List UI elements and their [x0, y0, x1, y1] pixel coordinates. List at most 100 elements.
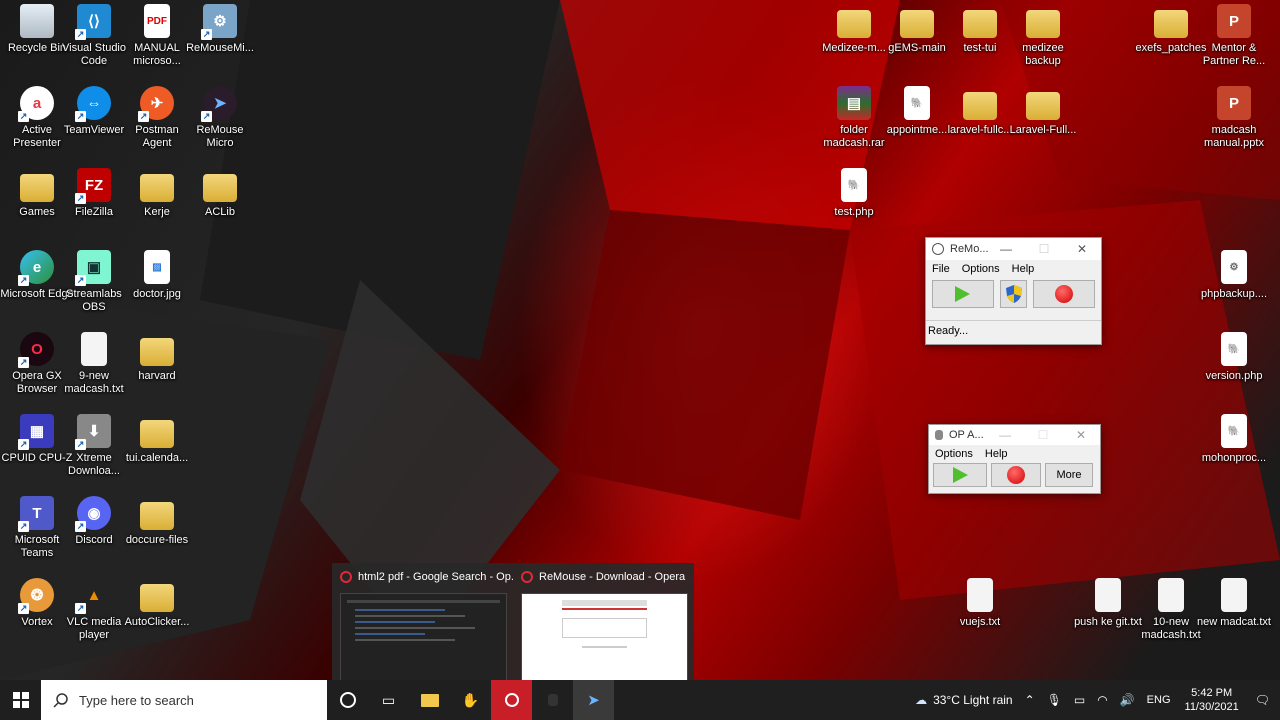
preview-thumbnail [521, 593, 688, 683]
text-file-icon [1095, 578, 1121, 612]
desktop-icon-label: phpbackup.... [1200, 288, 1268, 300]
desktop-icon-label: test.php [834, 206, 874, 218]
op-menu-options[interactable]: Options [935, 448, 973, 460]
menu-options[interactable]: Options [962, 263, 1000, 275]
settings-file-icon: ⚙ [1221, 250, 1247, 284]
desktop-icon[interactable]: AutoClicker... [120, 578, 194, 629]
maximize-button[interactable]: ☐ [1025, 238, 1063, 260]
admin-shield-button[interactable] [999, 280, 1028, 308]
desktop-icon[interactable]: tui.calenda... [120, 414, 194, 465]
postman-icon: ✈ [138, 86, 174, 122]
folder-icon [1154, 10, 1188, 38]
active-presenter-icon: a [18, 86, 54, 122]
battery-icon[interactable]: ▭ [1074, 693, 1085, 707]
folder-icon [203, 174, 237, 202]
wifi-icon[interactable]: ◠ [1097, 693, 1107, 707]
search-icon [53, 693, 68, 708]
teams-icon: T [18, 496, 54, 532]
preview-remouse-download[interactable]: ReMouse - Download - Opera [513, 563, 694, 686]
op-menu-help[interactable]: Help [985, 448, 1008, 460]
discord-icon: ◉ [75, 496, 111, 532]
desktop-icon-label: Mentor & Partner Re... [1202, 42, 1266, 67]
desktop-icon[interactable]: 🐘 test.php [817, 168, 891, 219]
clock[interactable]: 5:42 PM 11/30/2021 [1185, 686, 1239, 714]
record-button[interactable] [1033, 280, 1096, 308]
php-file-icon: 🐘 [1221, 414, 1247, 448]
opera-taskbar-button[interactable] [491, 680, 532, 720]
cortana-button[interactable] [327, 680, 368, 720]
start-button[interactable] [0, 680, 41, 720]
taskbar-search-box[interactable]: Type here to search [41, 680, 327, 720]
volume-icon[interactable]: 🔊 [1120, 693, 1135, 707]
desktop-icon[interactable]: ⚙ ReMouseMi... [183, 4, 257, 55]
close-button[interactable]: ✕ [1063, 238, 1101, 260]
desktop-icon-label: ACLib [205, 206, 235, 218]
desktop-icon[interactable]: vuejs.txt [943, 578, 1017, 629]
op-close-button[interactable]: ✕ [1062, 425, 1100, 445]
cursor-icon: ➤ [587, 692, 600, 709]
desktop-icon[interactable]: ▨ doctor.jpg [120, 250, 194, 301]
cpuz-icon: ▦ [18, 414, 54, 450]
desktop-icon-label: madcash manual.pptx [1204, 124, 1264, 149]
powerpoint-icon: P [1217, 4, 1251, 38]
desktop-icon-label: new madcat.txt [1197, 616, 1271, 628]
hand-icon: ✋ [461, 691, 480, 708]
edge-icon: e [18, 250, 54, 286]
desktop-icon[interactable]: ACLib [183, 168, 257, 219]
op-record-button[interactable] [991, 463, 1041, 487]
chevron-up-icon[interactable]: ⌃ [1025, 693, 1035, 707]
remouse-icon: ➤ [201, 86, 237, 122]
app-taskbar-button[interactable] [532, 680, 573, 720]
status-bar: Ready... [926, 320, 1101, 341]
minimize-button[interactable]: — [987, 238, 1025, 260]
winrar-icon: ▤ [837, 86, 871, 120]
folder-icon [20, 174, 54, 202]
folder-icon [140, 338, 174, 366]
desktop-icon[interactable]: 🐘 version.php [1197, 332, 1271, 383]
op-maximize-button[interactable]: ☐ [1024, 425, 1062, 445]
remouse-window[interactable]: ReMo... — ☐ ✕ File Options Help Ready... [925, 237, 1102, 345]
op-minimize-button[interactable]: — [986, 425, 1024, 445]
vscode-taskbar-button[interactable]: ✋ [450, 680, 491, 720]
weather-text[interactable]: 33°C Light rain [933, 693, 1013, 707]
installer-icon: ⚙ [201, 4, 237, 40]
desktop-icon-label: doctor.jpg [133, 288, 181, 300]
preview-google-search[interactable]: html2 pdf - Google Search - Op... [332, 563, 513, 686]
php-file-icon: 🐘 [841, 168, 867, 202]
op-play-button[interactable] [933, 463, 987, 487]
desktop-icon[interactable]: ➤ReMouse Micro [183, 86, 257, 150]
menu-file[interactable]: File [932, 263, 950, 275]
desktop-icon[interactable]: medizee backup [1006, 4, 1080, 68]
opera-icon [340, 571, 352, 583]
task-view-button[interactable]: ▭ [368, 680, 409, 720]
remouse-taskbar-button[interactable]: ➤ [573, 680, 614, 720]
notification-icon[interactable]: 🗨 [1255, 693, 1270, 707]
file-explorer-button[interactable] [409, 680, 450, 720]
php-file-icon: 🐘 [904, 86, 930, 120]
desktop-icon[interactable]: Laravel-Full... [1006, 86, 1080, 137]
play-button[interactable] [932, 280, 994, 308]
microphone-icon[interactable]: 🎙 [1047, 693, 1062, 707]
desktop-icon-label: vuejs.txt [959, 616, 1001, 628]
desktop-icon[interactable]: harvard [120, 332, 194, 383]
desktop-icon[interactable]: 🐘 mohonproc... [1197, 414, 1271, 465]
remouse-titlebar[interactable]: ReMo... — ☐ ✕ [926, 238, 1101, 260]
op-more-button[interactable]: More [1045, 463, 1093, 487]
op-title: OP A... [949, 429, 984, 441]
folder-icon [140, 420, 174, 448]
php-file-icon: 🐘 [1221, 332, 1247, 366]
pdf-icon: PDF [144, 4, 170, 38]
desktop-icon[interactable]: ⚙ phpbackup.... [1197, 250, 1271, 301]
desktop-icon[interactable]: doccure-files [120, 496, 194, 547]
op-window[interactable]: OP A... — ☐ ✕ Options Help More [928, 424, 1101, 494]
desktop-icon[interactable]: Pmadcash manual.pptx [1197, 86, 1271, 150]
desktop-icon[interactable]: P Mentor & Partner Re... [1197, 4, 1271, 68]
cortana-icon [339, 692, 356, 708]
language-indicator[interactable]: ENG [1147, 694, 1171, 706]
menu-help[interactable]: Help [1012, 263, 1035, 275]
desktop-icon[interactable]: new madcat.txt [1197, 578, 1271, 629]
folder-icon [963, 10, 997, 38]
op-titlebar[interactable]: OP A... — ☐ ✕ [929, 425, 1100, 445]
recycle-bin-icon [20, 4, 54, 38]
system-tray: ☁ 33°C Light rain ⌃ 🎙 ▭ ◠ 🔊 ENG 5:42 PM … [909, 680, 1280, 720]
